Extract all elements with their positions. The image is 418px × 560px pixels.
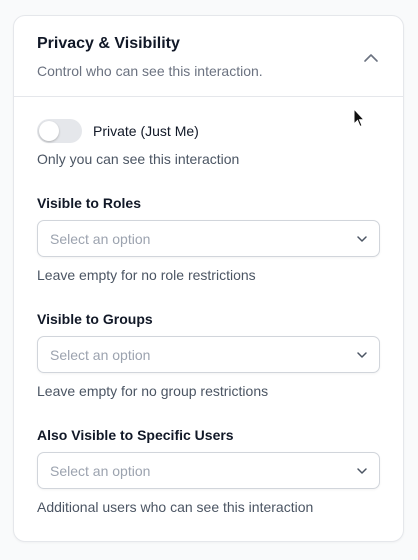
collapse-button[interactable] [361,48,381,68]
chevron-down-icon [357,352,367,358]
private-toggle-row: Private (Just Me) [37,119,199,143]
chevron-down-icon [357,468,367,474]
private-toggle[interactable] [37,119,82,143]
private-toggle-label: Private (Just Me) [93,123,199,139]
roles-select-placeholder: Select an option [50,231,151,247]
panel-title: Privacy & Visibility [37,35,180,52]
users-help: Additional users who can see this intera… [37,499,314,515]
roles-select[interactable]: Select an option [37,220,380,257]
groups-help: Leave empty for no group restrictions [37,383,269,399]
users-select-placeholder: Select an option [50,463,151,479]
panel-subtitle: Control who can see this interaction. [37,63,263,79]
toggle-knob [39,121,59,141]
users-select[interactable]: Select an option [37,452,380,489]
chevron-up-icon [364,54,378,62]
roles-help: Leave empty for no role restrictions [37,267,256,283]
roles-label: Visible to Roles [37,195,141,211]
privacy-visibility-panel: Privacy & Visibility Control who can see… [13,15,404,542]
chevron-down-icon [357,236,367,242]
private-toggle-help: Only you can see this interaction [37,151,240,167]
groups-label: Visible to Groups [37,311,153,327]
groups-select[interactable]: Select an option [37,336,380,373]
users-label: Also Visible to Specific Users [37,427,234,443]
panel-header[interactable]: Privacy & Visibility Control who can see… [14,16,403,97]
groups-select-placeholder: Select an option [50,347,151,363]
